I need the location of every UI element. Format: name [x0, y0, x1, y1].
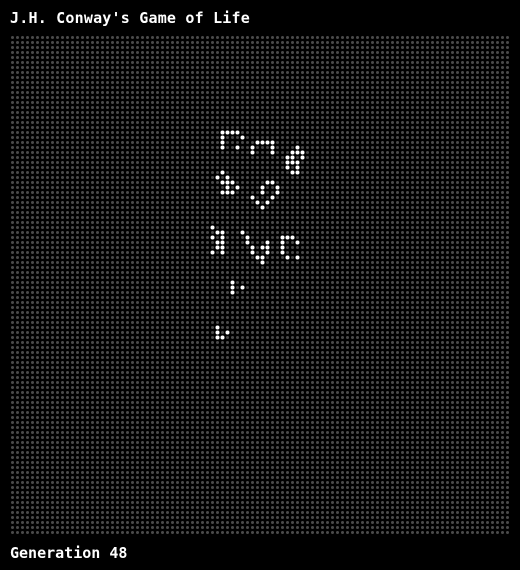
live-cell[interactable]	[220, 250, 225, 255]
live-cell[interactable]	[260, 245, 265, 250]
live-cell[interactable]	[250, 145, 255, 150]
live-cell[interactable]	[220, 180, 225, 185]
live-cell[interactable]	[275, 190, 280, 195]
live-cell[interactable]	[230, 280, 235, 285]
live-cell[interactable]	[250, 250, 255, 255]
live-cell[interactable]	[250, 195, 255, 200]
live-cell[interactable]	[295, 170, 300, 175]
live-cell[interactable]	[255, 200, 260, 205]
live-cell[interactable]	[280, 250, 285, 255]
live-cell[interactable]	[260, 260, 265, 265]
live-cell[interactable]	[240, 285, 245, 290]
live-cell[interactable]	[260, 205, 265, 210]
live-cell[interactable]	[220, 190, 225, 195]
live-cell[interactable]	[215, 325, 220, 330]
live-cell[interactable]	[245, 240, 250, 245]
live-cell[interactable]	[225, 175, 230, 180]
live-cell[interactable]	[225, 330, 230, 335]
live-cell[interactable]	[300, 155, 305, 160]
live-cell[interactable]	[260, 185, 265, 190]
live-cell[interactable]	[215, 335, 220, 340]
live-cell[interactable]	[270, 140, 275, 145]
live-cell[interactable]	[220, 240, 225, 245]
live-cell[interactable]	[220, 130, 225, 135]
live-cell[interactable]	[220, 145, 225, 150]
live-cell[interactable]	[210, 250, 215, 255]
live-cell[interactable]	[270, 180, 275, 185]
live-cell[interactable]	[250, 245, 255, 250]
live-cell[interactable]	[215, 175, 220, 180]
live-cell[interactable]	[295, 160, 300, 165]
live-cell[interactable]	[225, 180, 230, 185]
live-cell[interactable]	[235, 130, 240, 135]
live-cell[interactable]	[210, 225, 215, 230]
live-cell[interactable]	[265, 180, 270, 185]
live-cell[interactable]	[285, 235, 290, 240]
live-cell[interactable]	[220, 170, 225, 175]
live-cell[interactable]	[285, 165, 290, 170]
live-cell[interactable]	[210, 235, 215, 240]
live-cell[interactable]	[220, 235, 225, 240]
live-cell[interactable]	[255, 140, 260, 145]
live-cell[interactable]	[295, 165, 300, 170]
live-cell[interactable]	[245, 235, 250, 240]
live-cell[interactable]	[265, 250, 270, 255]
live-cell[interactable]	[215, 330, 220, 335]
live-cell[interactable]	[280, 240, 285, 245]
live-cell[interactable]	[235, 185, 240, 190]
live-cell[interactable]	[285, 255, 290, 260]
live-cell[interactable]	[290, 150, 295, 155]
live-cell[interactable]	[285, 155, 290, 160]
live-cell[interactable]	[295, 145, 300, 150]
live-cell[interactable]	[255, 255, 260, 260]
live-cell[interactable]	[220, 140, 225, 145]
live-cell[interactable]	[260, 190, 265, 195]
live-cell[interactable]	[250, 150, 255, 155]
live-cell[interactable]	[295, 150, 300, 155]
live-cell[interactable]	[240, 230, 245, 235]
live-cell[interactable]	[300, 150, 305, 155]
live-cell[interactable]	[235, 145, 240, 150]
live-cell[interactable]	[220, 245, 225, 250]
live-cell[interactable]	[225, 185, 230, 190]
cell-grid[interactable]	[10, 35, 510, 535]
generation-counter: Generation 48	[10, 544, 128, 562]
live-cell[interactable]	[290, 155, 295, 160]
live-cell[interactable]	[290, 170, 295, 175]
live-cell[interactable]	[220, 135, 225, 140]
live-cell[interactable]	[275, 185, 280, 190]
dead-cells[interactable]	[10, 35, 510, 535]
life-board[interactable]	[10, 35, 510, 535]
live-cell[interactable]	[285, 160, 290, 165]
live-cell[interactable]	[230, 290, 235, 295]
live-cell[interactable]	[215, 245, 220, 250]
live-cell[interactable]	[290, 160, 295, 165]
live-cell[interactable]	[225, 190, 230, 195]
live-cell[interactable]	[215, 230, 220, 235]
live-cell[interactable]	[230, 130, 235, 135]
live-cell[interactable]	[215, 240, 220, 245]
live-cell[interactable]	[260, 255, 265, 260]
live-cell[interactable]	[240, 135, 245, 140]
live-cell[interactable]	[220, 230, 225, 235]
live-cell[interactable]	[230, 285, 235, 290]
live-cell[interactable]	[295, 255, 300, 260]
live-cell[interactable]	[265, 140, 270, 145]
live-cell[interactable]	[270, 150, 275, 155]
live-cell[interactable]	[270, 195, 275, 200]
live-cell[interactable]	[230, 180, 235, 185]
live-cell[interactable]	[260, 140, 265, 145]
live-cell[interactable]	[230, 190, 235, 195]
live-cell[interactable]	[225, 130, 230, 135]
window-title: J.H. Conway's Game of Life	[10, 9, 250, 27]
live-cell[interactable]	[270, 145, 275, 150]
live-cell[interactable]	[290, 235, 295, 240]
live-cell[interactable]	[295, 240, 300, 245]
live-cell[interactable]	[220, 335, 225, 340]
live-cell[interactable]	[265, 245, 270, 250]
live-cell[interactable]	[265, 200, 270, 205]
live-cell[interactable]	[280, 245, 285, 250]
live-cell[interactable]	[265, 240, 270, 245]
live-cell[interactable]	[280, 235, 285, 240]
